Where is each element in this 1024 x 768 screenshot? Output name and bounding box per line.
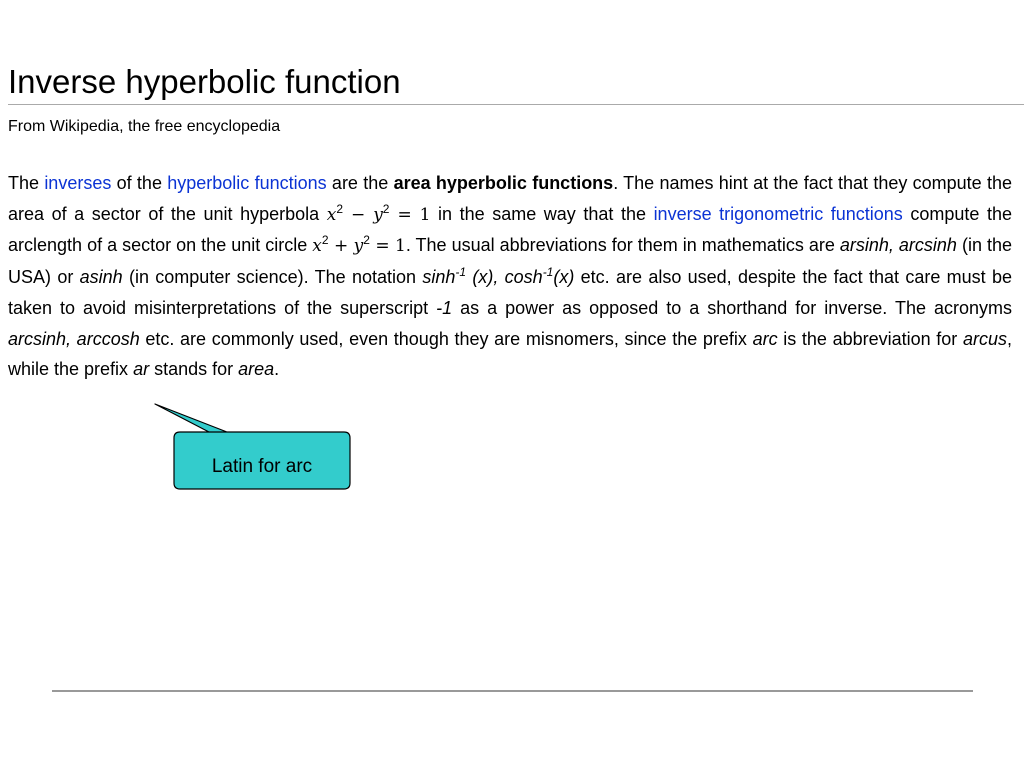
math-rhs: = 1: [369, 236, 406, 257]
math-exponent: 2: [363, 233, 370, 248]
math-operator: +: [328, 236, 354, 257]
math-operator: −: [343, 204, 374, 225]
link-hyperbolic-functions[interactable]: hyperbolic functions: [167, 173, 326, 193]
text-segment: stands for: [149, 359, 239, 380]
italic-term: area: [238, 359, 275, 380]
text-segment: . The usual abbreviations for them in ma…: [405, 235, 840, 256]
title-divider: [8, 104, 1024, 105]
italic-term: asinh: [79, 267, 123, 288]
superscript: -1: [455, 265, 466, 279]
text-segment: in the same way that the: [430, 203, 654, 224]
italic-term: arcsinh, arccosh: [8, 328, 140, 349]
italic-term: sinh: [422, 267, 456, 288]
italic-sup: -1: [455, 265, 467, 280]
math-var: y: [353, 236, 364, 257]
text-segment: etc. are commonly used, even though they…: [139, 328, 753, 349]
footer-divider: [52, 690, 973, 692]
link-inverse-trigonometric-functions[interactable]: inverse trigonometric functions: [654, 204, 903, 224]
math-rhs: = 1: [389, 204, 431, 225]
circle-equation: x2 + y2 = 1: [312, 233, 406, 257]
math-var: x: [312, 236, 322, 257]
bold-term: area hyperbolic functions: [393, 173, 614, 193]
superscript: -1: [543, 265, 554, 279]
page-title: Inverse hyperbolic function: [8, 63, 401, 100]
text-segment: .: [274, 359, 280, 380]
link-inverses[interactable]: inverses: [44, 173, 111, 193]
math-var: x: [326, 204, 337, 225]
text-segment: as a power as opposed to a shorthand for…: [452, 297, 1012, 318]
text-segment: is the abbreviation for: [777, 328, 963, 349]
math-exponent: 2: [321, 233, 329, 248]
text-segment: The: [8, 173, 45, 193]
math-var: y: [373, 204, 383, 225]
italic-term: arc: [752, 328, 778, 349]
italic-term: arsinh, arcsinh: [839, 235, 957, 256]
hyperbola-equation: x2 − y2 = 1: [326, 201, 431, 225]
text-segment: of the: [111, 173, 168, 193]
italic-term: ar: [133, 359, 150, 380]
italic-sup: -1: [542, 265, 554, 280]
page-subtitle: From Wikipedia, the free encyclopedia: [8, 118, 281, 135]
italic-term: -1: [436, 297, 453, 318]
math-exponent: 2: [336, 201, 343, 216]
italic-term: (x), cosh: [466, 267, 543, 288]
italic-term: (x): [553, 267, 575, 288]
text-segment: are the: [326, 173, 394, 193]
italic-term-arcus: arcus: [962, 328, 1007, 349]
article-paragraph: The inverses of the hyperbolic functions…: [8, 168, 1012, 385]
callout-text: Latin for arc: [211, 456, 313, 477]
text-segment: (in computer science). The notation: [122, 267, 423, 288]
